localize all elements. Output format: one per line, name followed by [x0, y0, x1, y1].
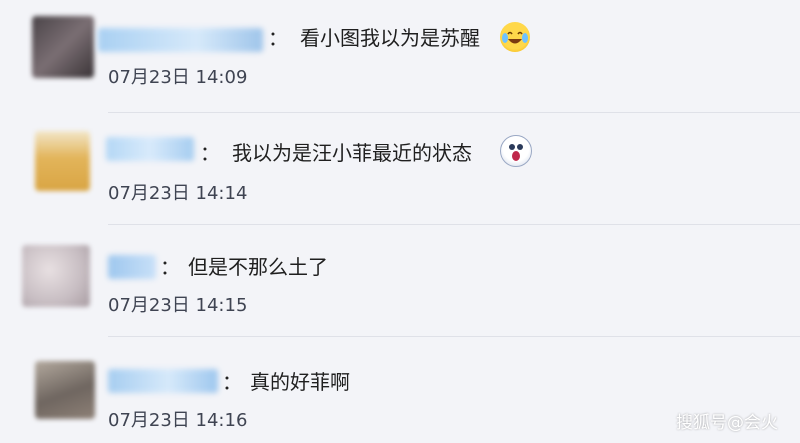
comment-time: 07月23日 14:15: [108, 295, 248, 316]
avatar[interactable]: [32, 16, 94, 78]
name-separator: ：: [160, 255, 180, 279]
watermark: 搜狐号@会火: [676, 413, 778, 433]
comment-item: ： 看小图我以为是苏醒 07月23日 14:09: [0, 0, 800, 110]
username-blurred[interactable]: [98, 28, 263, 52]
comment-text: 但是不那么土了: [188, 255, 328, 279]
name-separator: ：: [268, 26, 288, 50]
avatar[interactable]: [35, 361, 95, 419]
username-blurred[interactable]: [108, 369, 218, 393]
username-blurred[interactable]: [106, 137, 194, 161]
comment-time: 07月23日 14:16: [108, 410, 248, 431]
comment-time: 07月23日 14:14: [108, 183, 248, 204]
name-separator: ：: [222, 370, 242, 394]
comment-text: 真的好菲啊: [250, 370, 350, 394]
comment-item: ： 但是不那么土了 07月23日 14:15: [0, 225, 800, 333]
username-blurred[interactable]: [108, 255, 156, 279]
name-separator: ：: [200, 141, 220, 165]
comment-time: 07月23日 14:09: [108, 67, 248, 88]
comment-item: ： 我以为是汪小菲最近的状态 07月23日 14:14: [0, 113, 800, 221]
screaming-ghost-emoji-icon: [500, 135, 532, 167]
comment-text: 我以为是汪小菲最近的状态: [232, 141, 472, 165]
avatar[interactable]: [35, 131, 90, 191]
avatar[interactable]: [22, 245, 90, 307]
crying-laughing-emoji-icon: [500, 22, 530, 52]
comment-text: 看小图我以为是苏醒: [300, 26, 480, 50]
